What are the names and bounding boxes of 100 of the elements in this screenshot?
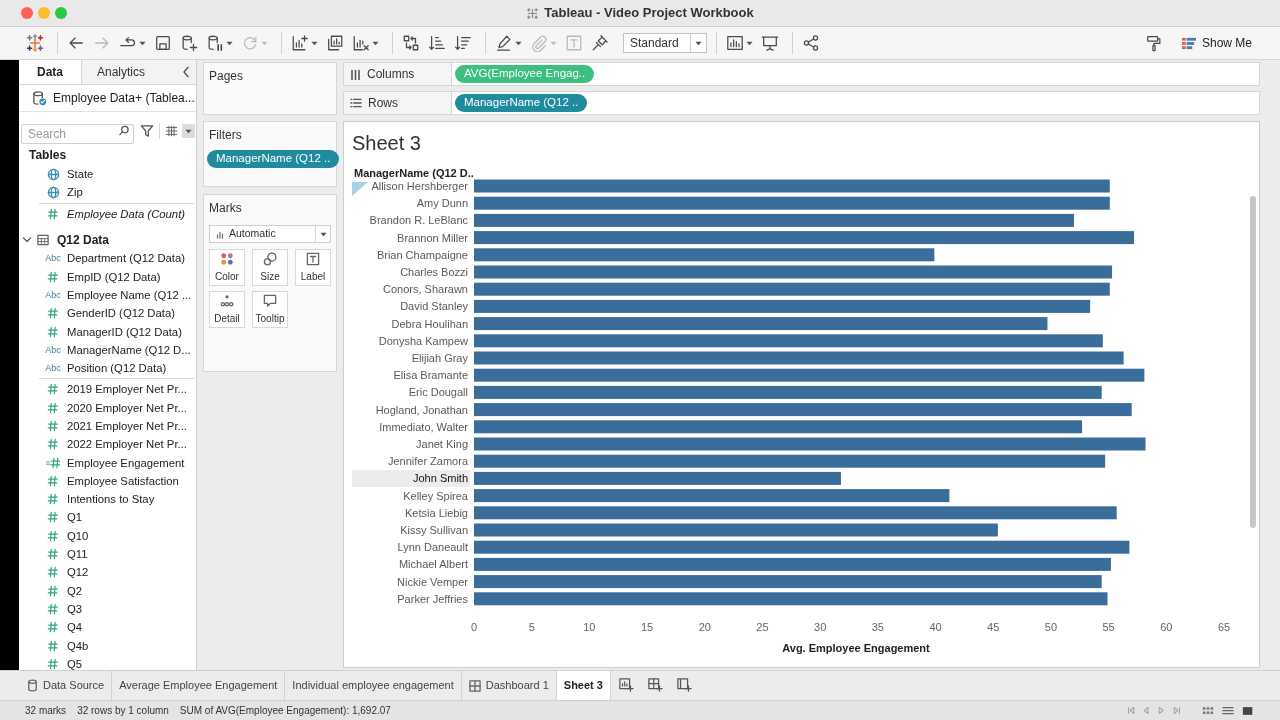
bar[interactable] xyxy=(474,317,1048,331)
field-item[interactable]: Q12 xyxy=(19,563,196,582)
field-item[interactable]: Zip xyxy=(19,183,196,202)
field-item[interactable]: Q11 xyxy=(19,544,196,564)
bar[interactable] xyxy=(474,213,1074,227)
field-item[interactable]: Q10 xyxy=(19,526,196,545)
field-item[interactable]: Q4 xyxy=(19,618,196,637)
row-label[interactable]: Conors, Sharawn xyxy=(383,283,468,296)
field-item[interactable]: State xyxy=(19,165,196,184)
field-pill[interactable]: ManagerName (Q12 .. xyxy=(455,94,588,112)
data-source-name[interactable]: Employee Data+ (Tablea... xyxy=(53,89,195,107)
bar[interactable] xyxy=(474,334,1103,348)
row-label[interactable]: Brian Champaigne xyxy=(376,248,468,261)
field-item[interactable]: Employee Data (Count) xyxy=(19,204,196,223)
row-label[interactable]: Janet King xyxy=(416,438,468,450)
bar[interactable] xyxy=(474,179,1110,193)
row-label[interactable]: Donysha Kampew xyxy=(378,334,468,347)
bar[interactable] xyxy=(474,282,1110,296)
row-label[interactable]: Brandon R. LeBlanc xyxy=(369,214,468,227)
bar[interactable] xyxy=(474,265,1113,279)
bar[interactable] xyxy=(474,592,1108,606)
bar[interactable] xyxy=(474,403,1132,417)
bar[interactable] xyxy=(474,437,1146,451)
mark-type-dropdown[interactable]: Automatic xyxy=(209,225,331,243)
bar[interactable] xyxy=(474,299,1091,313)
options-dropdown[interactable] xyxy=(182,124,195,138)
fit-dropdown[interactable]: Standard xyxy=(623,33,707,53)
row-label[interactable]: Charles Bozzi xyxy=(400,266,468,278)
color-button[interactable]: Color xyxy=(209,249,245,286)
row-label[interactable]: Amy Dunn xyxy=(416,197,468,210)
view-toggle-button[interactable] xyxy=(165,125,178,137)
filmstrip-view-button[interactable] xyxy=(1242,705,1254,716)
scrollbar[interactable] xyxy=(1250,196,1256,528)
bar[interactable] xyxy=(474,506,1117,520)
field-item[interactable]: 2022 Employer Net Pr... xyxy=(19,435,196,454)
row-label[interactable]: Hogland, Jonathan xyxy=(375,403,468,416)
row-label[interactable]: Nickie Vemper xyxy=(397,575,468,588)
field-item[interactable]: Q2 xyxy=(19,581,196,600)
filter-button[interactable] xyxy=(140,124,154,138)
pane-tab[interactable]: Data xyxy=(19,60,82,84)
bar[interactable] xyxy=(474,471,841,485)
row-label[interactable]: Allison Hershberger xyxy=(371,180,468,192)
field-item[interactable]: Q1 xyxy=(19,508,196,527)
bar[interactable] xyxy=(474,231,1134,245)
field-item[interactable]: Q3 xyxy=(19,599,196,619)
bar[interactable] xyxy=(474,575,1102,589)
bar[interactable] xyxy=(474,523,998,537)
show-me-button[interactable]: Show Me xyxy=(1176,31,1256,55)
bar[interactable] xyxy=(474,420,1083,434)
row-label[interactable]: Michael Albert xyxy=(398,558,468,571)
field-item[interactable]: Employee Engagement xyxy=(19,453,196,472)
grid-view-button[interactable] xyxy=(1202,705,1214,716)
field-item[interactable]: 2020 Employer Net Pr... xyxy=(19,398,196,417)
field-item[interactable]: 2019 Employer Net Pr... xyxy=(19,380,196,399)
field-item[interactable]: Abc ManagerName (Q12 D... xyxy=(19,340,196,359)
bar[interactable] xyxy=(474,368,1145,382)
bar[interactable] xyxy=(474,454,1106,468)
tooltip-button[interactable]: Tooltip xyxy=(252,291,288,328)
bar[interactable] xyxy=(474,196,1110,210)
bar[interactable] xyxy=(474,557,1111,571)
bar[interactable] xyxy=(474,385,1102,399)
detail-button[interactable]: Detail xyxy=(209,291,245,328)
row-label[interactable]: Eric Dougall xyxy=(408,386,468,399)
field-item[interactable]: Abc Department (Q12 Data) xyxy=(19,249,196,268)
bar[interactable] xyxy=(474,351,1124,365)
table-item[interactable]: Q12 Data xyxy=(19,230,196,250)
field-item[interactable]: ManagerID (Q12 Data) xyxy=(19,322,196,341)
field-item[interactable]: Intentions to Stay xyxy=(19,490,196,509)
bar[interactable] xyxy=(474,540,1130,554)
bar[interactable] xyxy=(474,489,950,503)
row-label[interactable]: Kissy Sullivan xyxy=(400,524,468,536)
field-item[interactable]: Q5 xyxy=(19,654,196,670)
sheet-tab[interactable]: Sheet 3 xyxy=(556,671,611,700)
row-label[interactable]: Parker Jeffries xyxy=(397,592,468,605)
field-item[interactable]: Employee Satisfaction xyxy=(19,471,196,491)
row-label[interactable]: Jennifer Zamora xyxy=(387,455,468,468)
label-button[interactable]: Label xyxy=(295,249,331,286)
field-item[interactable]: Abc Position (Q12 Data) xyxy=(19,358,196,378)
list-view-button[interactable] xyxy=(1222,705,1234,716)
row-label[interactable]: David Stanley xyxy=(400,300,468,313)
row-label[interactable]: Lynn Daneault xyxy=(397,541,468,554)
close-button[interactable] xyxy=(21,7,33,19)
size-button[interactable]: Size xyxy=(252,249,288,286)
search-field[interactable]: Search xyxy=(21,124,134,144)
field-item[interactable]: Q4b xyxy=(19,636,196,655)
row-label[interactable]: Elisa Bramante xyxy=(393,369,468,382)
row-label[interactable]: John Smith xyxy=(412,472,468,485)
field-pill[interactable]: ManagerName (Q12 .. xyxy=(207,150,340,168)
field-item[interactable]: 2021 Employer Net Pr... xyxy=(19,416,196,436)
row-label[interactable]: Ketsia Liebig xyxy=(405,506,468,519)
row-label[interactable]: Brannon Miller xyxy=(397,231,468,244)
field-item[interactable]: GenderID (Q12 Data) xyxy=(19,304,196,323)
field-item[interactable]: Abc Employee Name (Q12 ... xyxy=(19,285,196,305)
row-label[interactable]: Debra Houlihan xyxy=(391,317,468,330)
row-label[interactable]: Elijiah Gray xyxy=(411,352,468,364)
row-label[interactable]: Kelley Spirea xyxy=(403,489,468,502)
logo-button[interactable] xyxy=(24,31,46,55)
pane-tab[interactable]: Analytics xyxy=(82,60,160,84)
field-item[interactable]: EmpID (Q12 Data) xyxy=(19,267,196,286)
bar[interactable] xyxy=(474,248,935,262)
